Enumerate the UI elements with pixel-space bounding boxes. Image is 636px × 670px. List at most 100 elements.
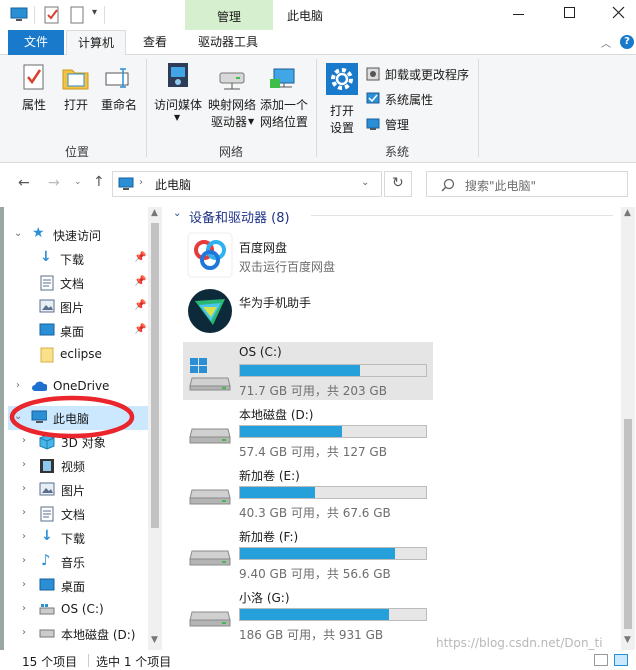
- add-network-location-button[interactable]: 添加一个 网络位置: [258, 61, 310, 129]
- drive-new-e[interactable]: 新加卷 (E:) 40.3 GB 可用，共 67.6 GB: [183, 464, 433, 522]
- chevron-right-icon[interactable]: ›: [22, 459, 26, 470]
- nav-local-d[interactable]: › 本地磁盘 (D:): [8, 622, 148, 646]
- nav-eclipse[interactable]: eclipse: [8, 343, 148, 367]
- content-scrollbar[interactable]: ▲ ▼: [621, 207, 635, 650]
- nav-videos[interactable]: › 视频: [8, 454, 148, 478]
- details-view-icon[interactable]: [594, 654, 608, 666]
- recent-locations-chevron-icon[interactable]: ⌄: [74, 177, 82, 187]
- nav-downloads[interactable]: ↓ 下载 📌: [8, 247, 148, 271]
- context-tab-label: 管理: [216, 10, 241, 24]
- app-huawei-assistant[interactable]: 华为手机助手: [183, 287, 443, 337]
- open-button[interactable]: 打开: [56, 61, 96, 117]
- pin-icon[interactable]: 📌: [134, 252, 146, 263]
- content-scrollbar-thumb[interactable]: [624, 419, 632, 629]
- manage-button[interactable]: 管理: [366, 115, 476, 133]
- drive-usage-fill: [240, 426, 342, 437]
- minimize-icon[interactable]: [513, 14, 524, 15]
- help-icon[interactable]: ?: [620, 35, 634, 49]
- pin-icon[interactable]: 📌: [134, 300, 146, 311]
- nav-scrollbar-thumb[interactable]: [151, 223, 159, 528]
- open-settings-button[interactable]: 打开 设置: [322, 61, 362, 135]
- nav-os-c[interactable]: › OS (C:): [8, 598, 148, 622]
- chevron-right-icon[interactable]: ›: [22, 531, 26, 542]
- pin-icon[interactable]: 📌: [134, 276, 146, 287]
- up-arrow-icon[interactable]: ↑: [93, 174, 105, 190]
- nav-documents[interactable]: 文档 📌: [8, 271, 148, 295]
- close-icon[interactable]: [612, 6, 625, 19]
- app-baidu-netdisk[interactable]: 百度网盘 双击运行百度网盘: [183, 232, 443, 282]
- open-settings-label-1: 打开: [329, 104, 354, 118]
- tiles-view-icon[interactable]: [614, 654, 628, 666]
- chevron-right-icon[interactable]: ›: [22, 603, 26, 614]
- new-folder-icon[interactable]: [70, 6, 84, 24]
- tab-file[interactable]: 文件: [8, 30, 64, 55]
- access-media-button[interactable]: 访问媒体 ▼: [152, 61, 204, 127]
- uninstall-icon: [366, 67, 380, 81]
- chevron-right-icon[interactable]: ›: [22, 579, 26, 590]
- folder-icon: [40, 347, 54, 363]
- refresh-button[interactable]: ↻: [384, 171, 412, 197]
- pin-icon[interactable]: 📌: [134, 324, 146, 335]
- chevron-right-icon[interactable]: ›: [22, 555, 26, 566]
- drive-usage-fill: [240, 609, 389, 620]
- uninstall-programs-button[interactable]: 卸载或更改程序: [366, 65, 476, 83]
- context-tab-manage[interactable]: 管理: [185, 0, 273, 30]
- nav-label: 下载: [61, 532, 86, 546]
- chevron-down-icon[interactable]: ⌄: [14, 228, 22, 239]
- search-input[interactable]: 搜索"此电脑": [426, 171, 628, 197]
- nav-desktop[interactable]: 桌面 📌: [8, 319, 148, 343]
- group-label-network: 网络: [218, 145, 243, 159]
- disk-drive-icon: [189, 428, 231, 444]
- group-separator: [316, 59, 317, 157]
- maximize-icon[interactable]: [564, 7, 575, 18]
- scroll-down-icon[interactable]: ▼: [624, 635, 631, 645]
- nav-pc-documents[interactable]: › 文档: [8, 502, 148, 526]
- scroll-up-icon[interactable]: ▲: [151, 208, 158, 218]
- drive-usage-fill: [240, 365, 361, 376]
- drive-name: 新加卷 (F:): [239, 530, 299, 544]
- collapse-ribbon-icon[interactable]: ︿: [601, 35, 611, 50]
- nav-label: 图片: [61, 484, 86, 498]
- scroll-up-icon[interactable]: ▲: [624, 208, 631, 218]
- chevron-right-icon[interactable]: ›: [22, 507, 26, 518]
- section-collapse-chevron-icon[interactable]: ⌄: [173, 208, 181, 219]
- properties-check-icon[interactable]: [44, 6, 60, 24]
- map-drive-dropdown-icon: ▼: [248, 117, 255, 126]
- drive-new-f[interactable]: 新加卷 (F:) 9.40 GB 可用，共 56.6 GB: [183, 525, 433, 583]
- chevron-right-icon[interactable]: ›: [22, 483, 26, 494]
- drive-usage-fill: [240, 487, 316, 498]
- tab-drive-tools[interactable]: 驱动器工具: [186, 30, 270, 55]
- chevron-right-icon[interactable]: ›: [22, 627, 26, 638]
- nav-music[interactable]: › ♪ 音乐: [8, 550, 148, 574]
- tab-computer[interactable]: 计算机: [66, 30, 126, 56]
- red-annotation-ellipse: [9, 395, 135, 439]
- drive-xiaoluo-g[interactable]: 小洛 (G:) 186 GB 可用，共 931 GB: [183, 586, 433, 644]
- nav-pc-downloads[interactable]: › ↓ 下载: [8, 526, 148, 550]
- properties-label: 属性: [21, 98, 46, 112]
- system-properties-button[interactable]: 系统属性: [366, 90, 476, 108]
- nav-pc-desktop[interactable]: › 桌面: [8, 574, 148, 598]
- rename-button[interactable]: 重命名: [98, 61, 140, 117]
- forward-arrow-icon[interactable]: →: [48, 175, 60, 191]
- tab-view[interactable]: 查看: [130, 30, 180, 55]
- nav-quick-access[interactable]: ⌄ ★ 快速访问: [8, 223, 148, 247]
- address-dropdown-icon[interactable]: ⌄: [361, 177, 369, 188]
- folder-open-icon: [62, 69, 89, 90]
- map-drive-label-2: 驱动器: [210, 115, 247, 129]
- drive-os-c[interactable]: OS (C:) 71.7 GB 可用，共 203 GB: [183, 342, 433, 400]
- address-bar[interactable]: › 此电脑 ⌄: [112, 171, 382, 197]
- breadcrumb-separator-icon[interactable]: ›: [139, 177, 143, 188]
- back-arrow-icon[interactable]: ←: [18, 175, 30, 191]
- customize-dropdown-icon[interactable]: ▾: [92, 7, 97, 18]
- add-location-label-1: 添加一个: [259, 98, 308, 112]
- nav-pc-pictures[interactable]: › 图片: [8, 478, 148, 502]
- nav-pictures[interactable]: 图片 📌: [8, 295, 148, 319]
- chevron-right-icon[interactable]: ›: [16, 380, 20, 391]
- scroll-down-icon[interactable]: ▼: [151, 635, 158, 645]
- nav-scrollbar[interactable]: ▲ ▼: [148, 207, 162, 650]
- nav-label: 音乐: [61, 556, 86, 570]
- properties-button[interactable]: 属性: [14, 61, 54, 117]
- map-network-drive-button[interactable]: 映射网络 驱动器 ▼: [206, 61, 258, 129]
- drive-local-d[interactable]: 本地磁盘 (D:) 57.4 GB 可用，共 127 GB: [183, 403, 433, 461]
- computer-icon[interactable]: [10, 7, 28, 23]
